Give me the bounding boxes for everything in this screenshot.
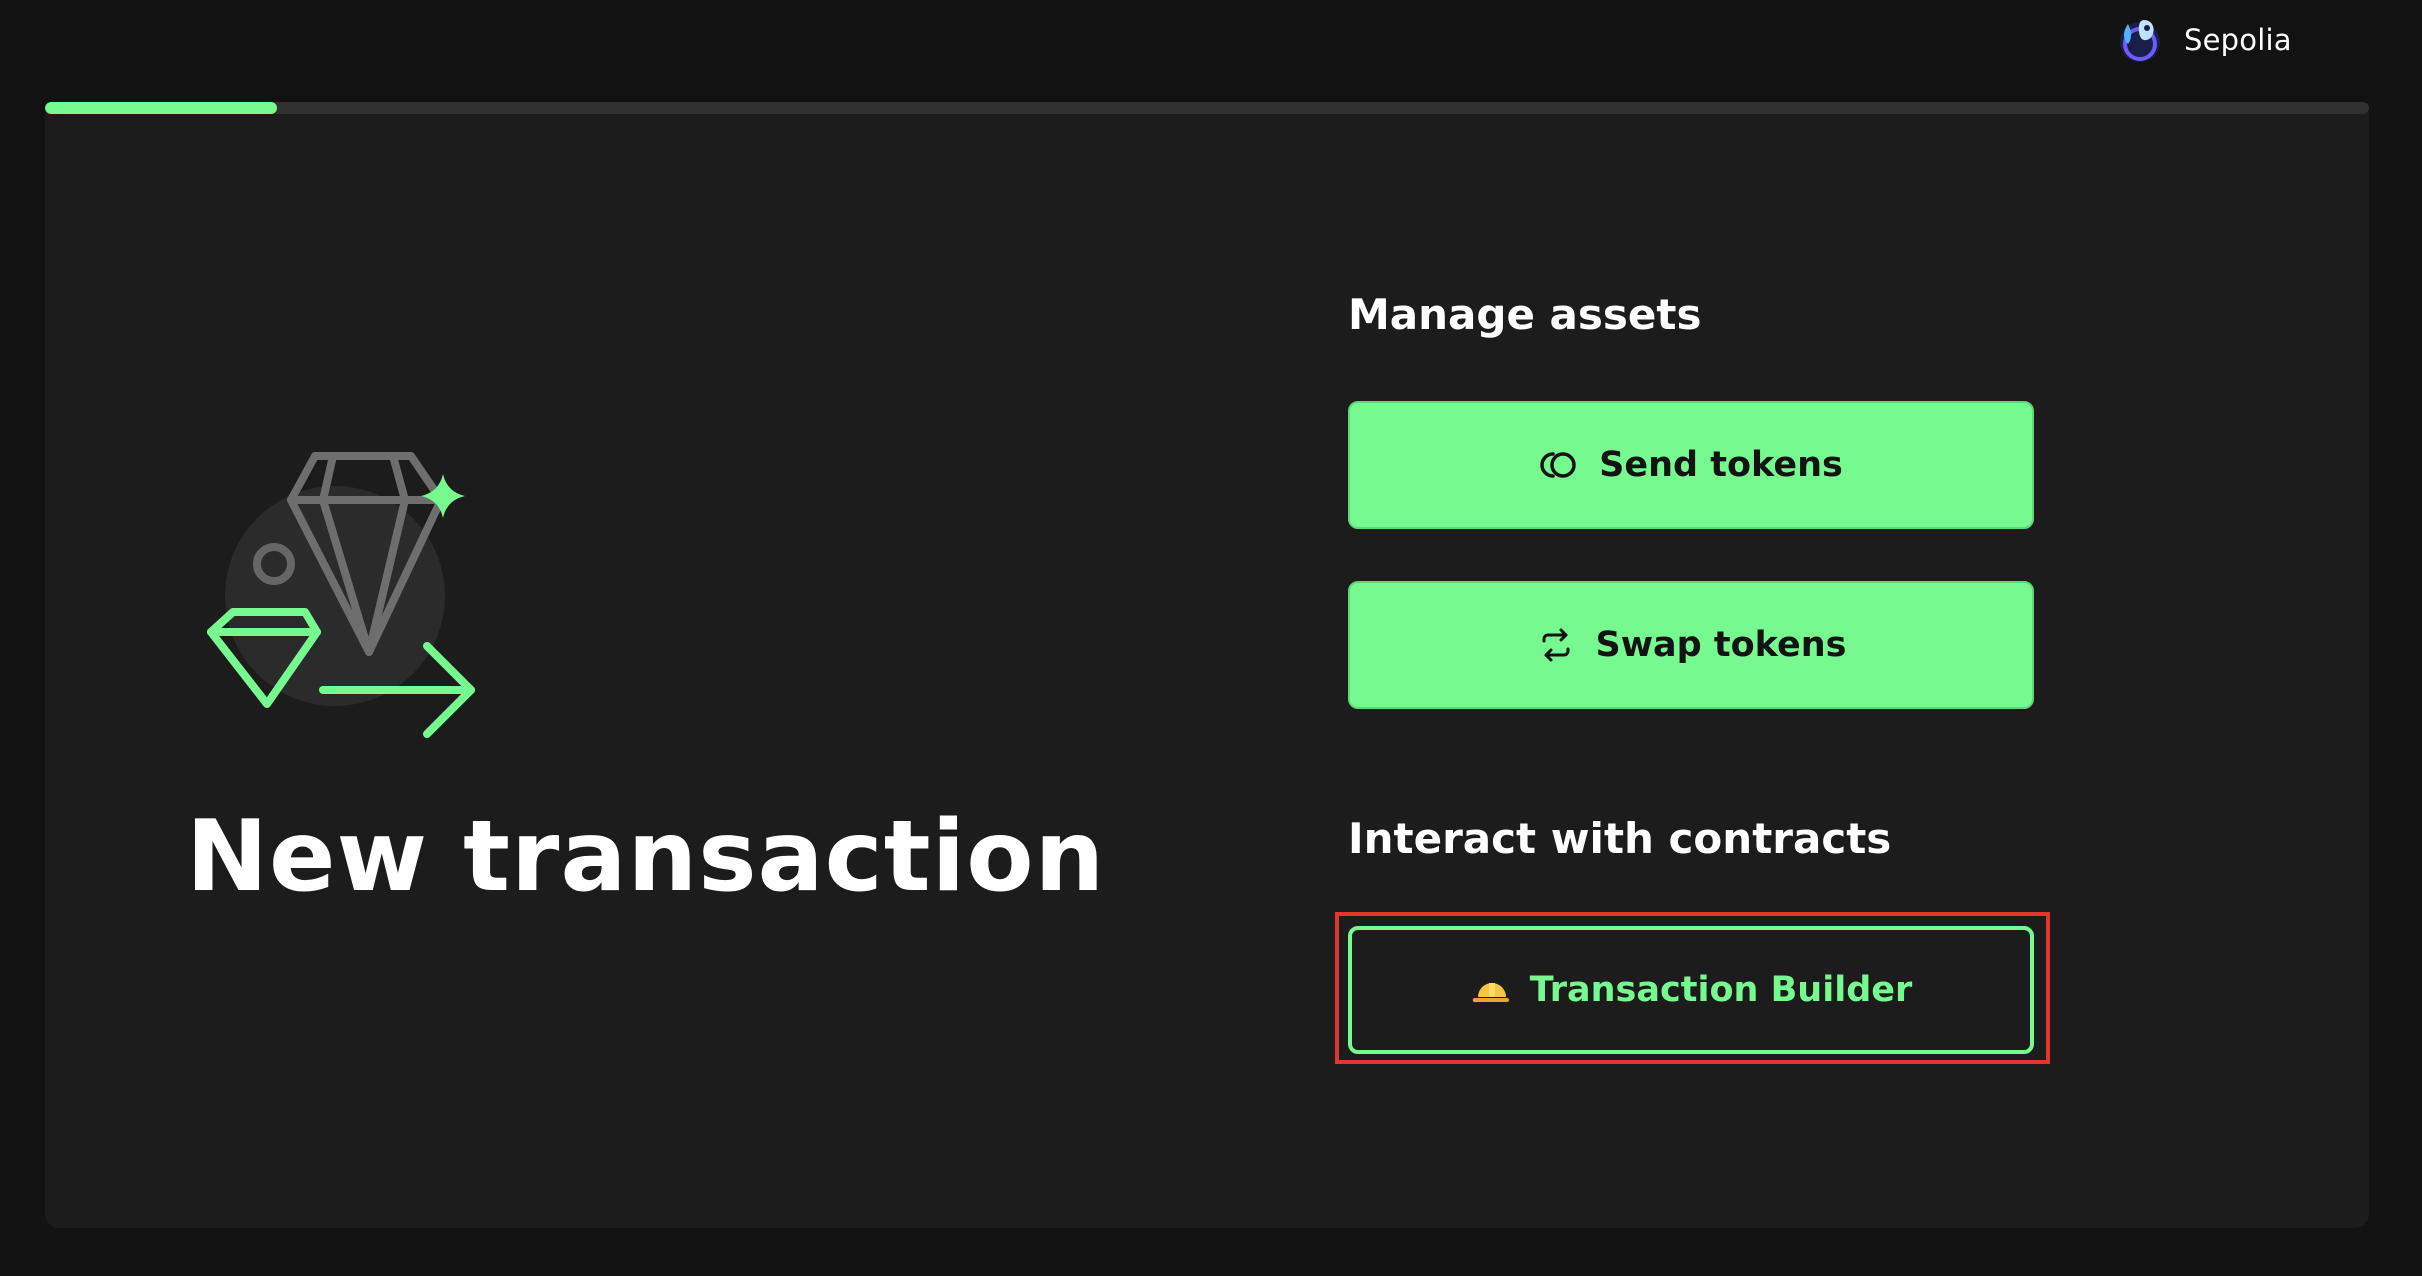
page-title: New transaction <box>186 800 1106 914</box>
progress-bar <box>45 102 2369 114</box>
diamond-transfer-illustration <box>207 452 475 738</box>
network-name: Sepolia <box>2184 23 2292 57</box>
progress-fill <box>45 102 278 114</box>
tokens-icon <box>1540 452 1576 478</box>
swap-tokens-label: Swap tokens <box>1595 625 1847 665</box>
network-selector[interactable]: Sepolia <box>2114 14 2292 66</box>
send-tokens-button[interactable]: Send tokens <box>1348 401 2034 529</box>
transaction-builder-label: Transaction Builder <box>1529 970 1913 1010</box>
swap-arrows-icon <box>1542 628 1569 662</box>
top-bar: Sepolia <box>0 0 2422 100</box>
transaction-builder-button[interactable]: Transaction Builder <box>1348 926 2034 1054</box>
send-tokens-label: Send tokens <box>1599 445 1843 485</box>
interact-contracts-heading: Interact with contracts <box>1348 814 1892 863</box>
swap-tokens-button[interactable]: Swap tokens <box>1348 581 2034 709</box>
manage-assets-heading: Manage assets <box>1348 290 1702 339</box>
hard-hat-icon <box>1472 983 1509 1003</box>
sepolia-network-icon <box>2120 20 2160 62</box>
